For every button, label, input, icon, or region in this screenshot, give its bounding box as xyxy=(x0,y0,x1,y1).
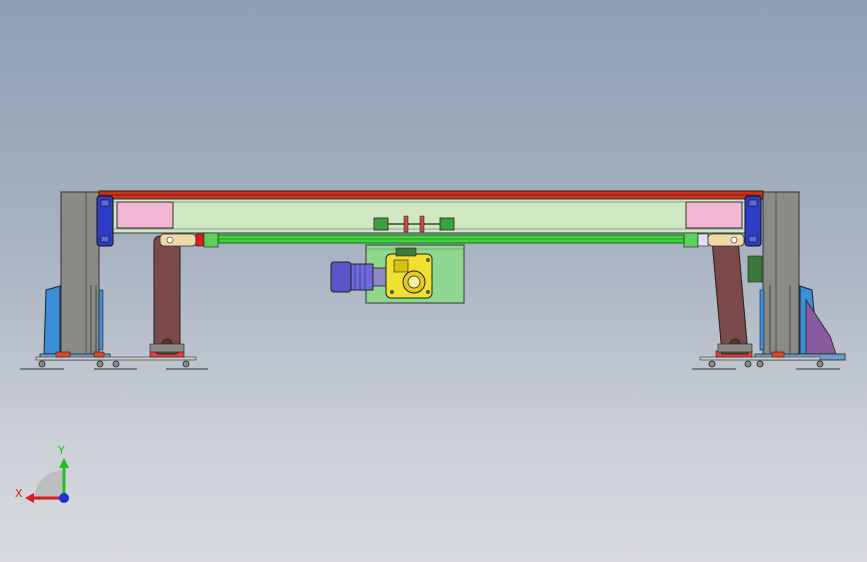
drive-shaft[interactable] xyxy=(217,234,685,244)
y-axis-label: Y xyxy=(57,444,65,457)
right-swing-arm[interactable] xyxy=(711,239,763,355)
left-coupling[interactable] xyxy=(159,232,219,248)
cad-viewport[interactable]: Y X xyxy=(0,0,867,562)
right-column[interactable] xyxy=(762,191,800,359)
axis-triad: Y X xyxy=(15,444,69,503)
top-rail[interactable] xyxy=(98,190,764,200)
model-canvas[interactable]: Y X xyxy=(0,0,867,562)
right-coupling[interactable] xyxy=(683,232,745,248)
left-swing-arm[interactable] xyxy=(149,235,185,355)
gearbox[interactable] xyxy=(385,247,433,299)
inner-frame-panel[interactable] xyxy=(111,198,751,234)
left-column[interactable] xyxy=(60,191,100,359)
x-axis-label: X xyxy=(15,487,23,500)
z-axis-dot xyxy=(59,493,69,503)
